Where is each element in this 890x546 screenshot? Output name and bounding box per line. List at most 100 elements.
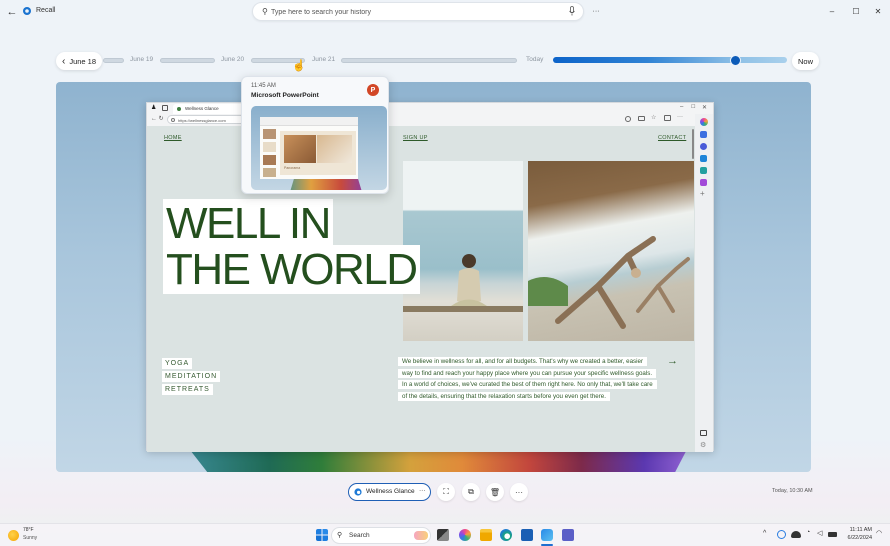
- search-highlight-icon: [414, 531, 428, 540]
- wifi-icon[interactable]: ◔: [806, 529, 810, 536]
- meditation-photo: [403, 161, 523, 341]
- search-box[interactable]: ⚲: [252, 2, 584, 21]
- taskbar-search[interactable]: ⚲ Search: [331, 527, 431, 544]
- now-button[interactable]: Now: [792, 52, 819, 70]
- preview-time: 11:45 AM: [251, 83, 276, 89]
- app-chip-label: Wellness Glance: [366, 488, 415, 495]
- close-button[interactable]: ✕: [870, 4, 886, 18]
- settings-icon[interactable]: ⚙: [700, 441, 706, 449]
- delete-button[interactable]: 🗑: [486, 483, 504, 501]
- weather-desc[interactable]: Sunny: [23, 535, 37, 541]
- slide-caption: Panorama: [284, 166, 301, 170]
- browser-menu-icon[interactable]: ···: [677, 114, 683, 120]
- hero-line-1: WELL IN: [163, 199, 333, 248]
- volume-icon[interactable]: ◁: [817, 529, 822, 537]
- recall-app-icon: [23, 7, 31, 15]
- slide-image: [284, 135, 316, 163]
- tag-yoga[interactable]: YOGA: [162, 358, 193, 369]
- back-button[interactable]: ←: [4, 4, 20, 20]
- preview-app-name: Microsoft PowerPoint: [251, 92, 319, 99]
- battery-icon[interactable]: [828, 532, 837, 537]
- browser-maximize-icon[interactable]: ☐: [691, 104, 695, 110]
- tray-chevron-icon[interactable]: ^: [763, 530, 766, 537]
- browser-close-icon[interactable]: ✕: [702, 104, 707, 111]
- nav-signup-link[interactable]: SIGN UP: [403, 135, 428, 141]
- sidebar-app-icon[interactable]: [700, 179, 707, 186]
- weather-temp[interactable]: 78°F: [23, 527, 34, 533]
- arrow-right-icon[interactable]: →: [667, 355, 678, 367]
- vpn-icon[interactable]: [777, 530, 786, 539]
- app-title: Recall: [36, 7, 56, 14]
- previous-day-button[interactable]: ‹ June 18: [56, 52, 102, 70]
- app-chip-more-icon[interactable]: ···: [419, 487, 426, 494]
- url-text: https://wellnessglance.com: [178, 117, 226, 123]
- slide-thumb: [263, 129, 276, 139]
- clock-date[interactable]: 6/22/2024: [844, 535, 872, 541]
- powerpoint-icon: P: [367, 84, 379, 96]
- browser-window[interactable]: ♟ Wellness Glance – ☐ ✕ ← ↻ https://well…: [146, 102, 714, 452]
- timeline-slider-track[interactable]: [553, 57, 787, 63]
- slide-image: [317, 135, 352, 163]
- lock-icon: [171, 118, 175, 122]
- browser-minimize-icon[interactable]: –: [680, 104, 683, 110]
- select-region-button[interactable]: ⛶: [437, 483, 455, 501]
- outlook-icon[interactable]: [700, 155, 707, 162]
- timeline-segment[interactable]: [341, 58, 517, 63]
- copilot-icon[interactable]: [700, 118, 708, 126]
- slide-thumb: [263, 142, 276, 152]
- maximize-button[interactable]: ☐: [848, 4, 864, 18]
- current-slide: Panorama: [280, 131, 356, 175]
- tag-retreats[interactable]: RETREATS: [162, 384, 213, 395]
- task-view-icon[interactable]: [437, 529, 449, 541]
- recall-taskbar-icon[interactable]: [541, 529, 553, 541]
- snapshot-timestamp: Today, 10:30 AM: [772, 488, 813, 494]
- sidebar-app-icon[interactable]: [700, 167, 707, 174]
- page-scrollbar[interactable]: [692, 129, 694, 159]
- sunny-weather-icon[interactable]: [8, 530, 19, 541]
- onedrive-icon[interactable]: [791, 531, 801, 538]
- timeline-segment[interactable]: [160, 58, 215, 63]
- back-refresh-icons[interactable]: ← ↻: [151, 115, 164, 122]
- search-input[interactable]: [271, 5, 561, 19]
- tag-meditation[interactable]: MEDITATION: [162, 371, 221, 382]
- timeline-label-june-19: June 19: [130, 56, 154, 63]
- edge-icon: [354, 488, 362, 496]
- collections-icon[interactable]: [664, 115, 671, 121]
- microphone-icon[interactable]: [569, 6, 575, 16]
- copy-button[interactable]: ⧉: [462, 483, 480, 501]
- ribbon: [260, 117, 358, 126]
- clock-time[interactable]: 11:11 AM: [844, 527, 872, 533]
- minimize-button[interactable]: –: [824, 4, 840, 18]
- copilot-taskbar-icon[interactable]: [459, 529, 471, 541]
- tab-actions-icon[interactable]: [162, 105, 168, 111]
- timeline-preview-tooltip[interactable]: 11:45 AM Microsoft PowerPoint P Panorama: [241, 76, 389, 194]
- store-icon[interactable]: [521, 529, 533, 541]
- sidebar-app-icon[interactable]: [700, 143, 707, 150]
- timeline-label-june-21: June 21: [312, 56, 336, 63]
- reading-view-icon[interactable]: [638, 116, 645, 121]
- title-bar: ← Recall ⚲ ··· – ☐ ✕: [0, 0, 890, 24]
- edge-taskbar-icon[interactable]: [500, 529, 512, 541]
- powerpoint-window-thumbnail: Panorama: [260, 117, 358, 179]
- hero-line-2: THE WORLD: [163, 245, 420, 294]
- nav-contact-link[interactable]: CONTACT: [658, 135, 686, 141]
- slide-thumb: [263, 168, 276, 177]
- file-explorer-icon[interactable]: [480, 529, 492, 541]
- add-icon[interactable]: +: [700, 189, 705, 198]
- notification-bell-icon[interactable]: ◠: [876, 529, 882, 537]
- nav-home-link[interactable]: HOME: [164, 135, 182, 141]
- start-icon[interactable]: [316, 529, 328, 541]
- meditating-person-figure: [403, 254, 523, 312]
- timeline-slider-thumb[interactable]: [730, 55, 742, 66]
- extension-icon[interactable]: [625, 116, 631, 122]
- sidebar-app-icon[interactable]: [700, 131, 707, 138]
- more-actions-button[interactable]: ···: [510, 483, 528, 501]
- app-chip-button[interactable]: Wellness Glance ···: [348, 483, 431, 501]
- timeline-segment[interactable]: [103, 58, 124, 63]
- teams-icon[interactable]: [562, 529, 574, 541]
- profile-icon[interactable]: ♟: [151, 104, 156, 111]
- more-options-button[interactable]: ···: [588, 3, 604, 20]
- favorites-icon[interactable]: ☆: [651, 114, 656, 121]
- taskbar: 78°F Sunny ⚲ Search ^ ◔ ◁ 11:11 AM 6/22/…: [0, 523, 890, 546]
- sidebar-toggle-icon[interactable]: [700, 430, 707, 436]
